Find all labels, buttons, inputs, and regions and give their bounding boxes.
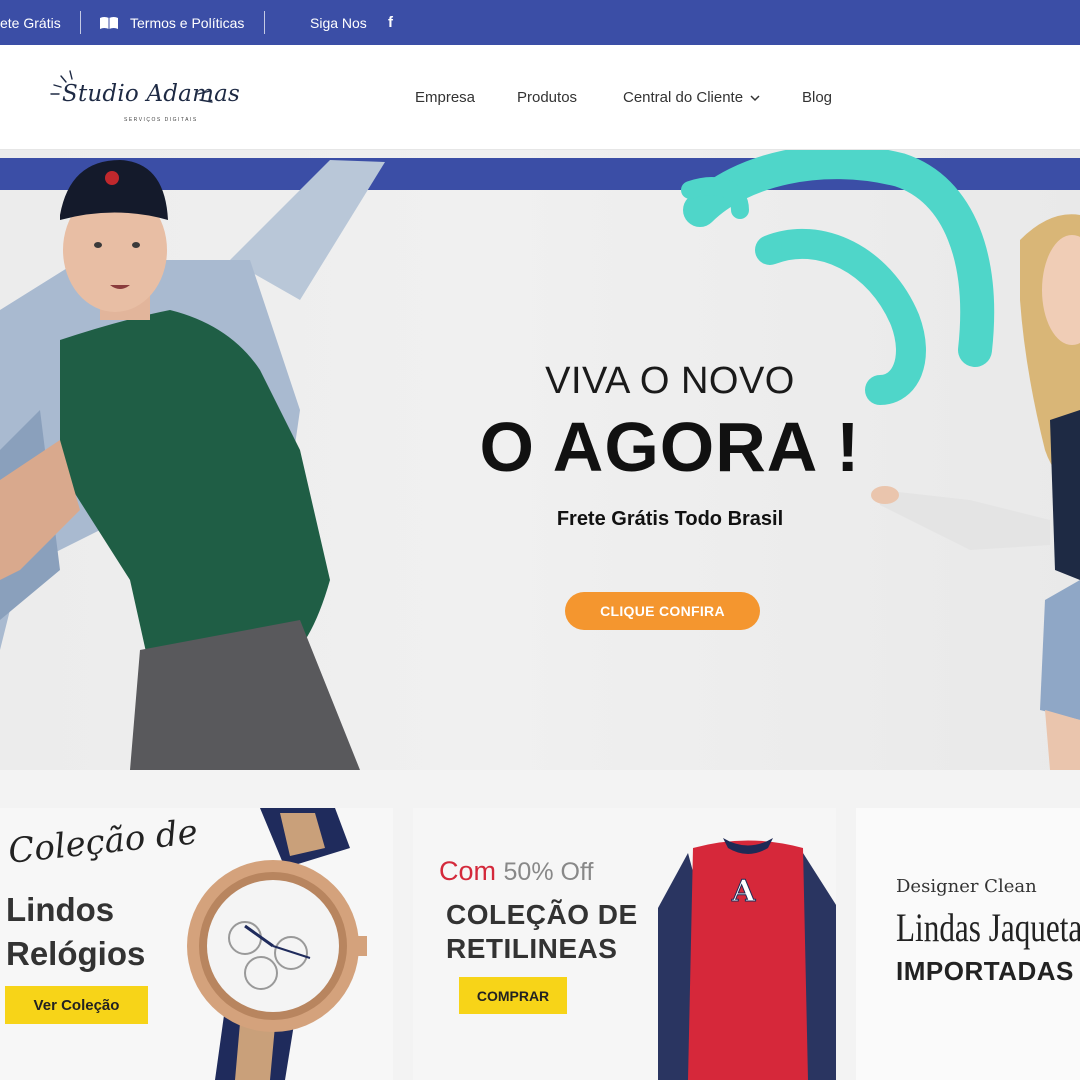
divider [80, 11, 81, 34]
book-icon [99, 16, 119, 30]
nav-central-label: Central do Cliente [623, 89, 744, 106]
model-man-photo [0, 160, 385, 770]
nav-central-do-cliente[interactable]: Central do Cliente [623, 89, 760, 106]
site-header: Studio Adamas SERVIÇOS DIGITAIS Empresa … [0, 45, 1080, 150]
logo-text: Studio Adamas [62, 81, 241, 107]
hero-shipping-text: Frete Grátis Todo Brasil [556, 508, 784, 530]
card-title-line: RETILINEAS [446, 933, 618, 964]
promo-card-jackets[interactable]: Designer Clean Lindas Jaquetas IMPORTADA… [856, 808, 1080, 1080]
hero-title: O AGORA ! [479, 408, 861, 486]
hero-banner: VIVA O NOVO O AGORA ! Frete Grátis Todo … [0, 150, 1080, 770]
nav-produtos[interactable]: Produtos [517, 89, 577, 106]
terms-label: Termos e Políticas [130, 14, 245, 31]
shirt-logo-letter: A [731, 874, 756, 910]
shirt-product-image [658, 838, 836, 1080]
card-title: Lindos Relógios [6, 888, 145, 976]
card-title: COLEÇÃO DE RETILINEAS [446, 898, 638, 966]
card-title-line: Lindos [6, 891, 115, 928]
nav-blog[interactable]: Blog [802, 89, 832, 106]
discount-prefix: Com [439, 856, 497, 886]
card-title-line: Relógios [6, 935, 146, 972]
watch-product-image [187, 808, 367, 1080]
model-woman-photo [871, 214, 1080, 770]
card-title-line: COLEÇÃO DE [446, 899, 638, 930]
ver-colecao-button[interactable]: Ver Coleção [5, 986, 148, 1024]
discount-value: 50% Off [503, 858, 594, 886]
free-shipping-label: ete Grátis [0, 14, 61, 31]
card-title: Lindas Jaquetas [896, 905, 1080, 950]
facebook-icon[interactable]: f [388, 0, 393, 45]
card-script-text: Coleção de [6, 812, 200, 872]
nav-empresa[interactable]: Empresa [415, 89, 475, 106]
chevron-down-icon [750, 95, 760, 102]
logo-tagline: SERVIÇOS DIGITAIS [124, 117, 198, 123]
logo[interactable]: Studio Adamas SERVIÇOS DIGITAIS [48, 67, 240, 129]
divider [264, 11, 265, 34]
promo-card-shirts[interactable]: Com 50% Off COLEÇÃO DE RETILINEAS COMPRA… [413, 808, 836, 1080]
hero-text-block: VIVA O NOVO O AGORA ! Frete Grátis Todo … [460, 360, 880, 630]
card-subtitle: IMPORTADAS [896, 956, 1074, 986]
comprar-button[interactable]: COMPRAR [459, 977, 567, 1014]
discount-text: Com 50% Off [439, 856, 593, 887]
hero-subtitle: VIVA O NOVO [545, 360, 795, 402]
card-kicker: Designer Clean [896, 876, 1037, 897]
hero-cta-button[interactable]: CLIQUE CONFIRA [565, 592, 760, 630]
follow-us: Siga Nos [310, 0, 367, 45]
free-shipping-link[interactable]: ete Grátis [0, 0, 61, 45]
follow-label: Siga Nos [310, 14, 367, 31]
terms-link[interactable]: Termos e Políticas [99, 0, 244, 45]
top-bar: ete Grátis Termos e Políticas Siga Nos f [0, 0, 1080, 45]
promo-card-watches[interactable]: Coleção de Lindos Relógios Ver Coleção [0, 808, 393, 1080]
